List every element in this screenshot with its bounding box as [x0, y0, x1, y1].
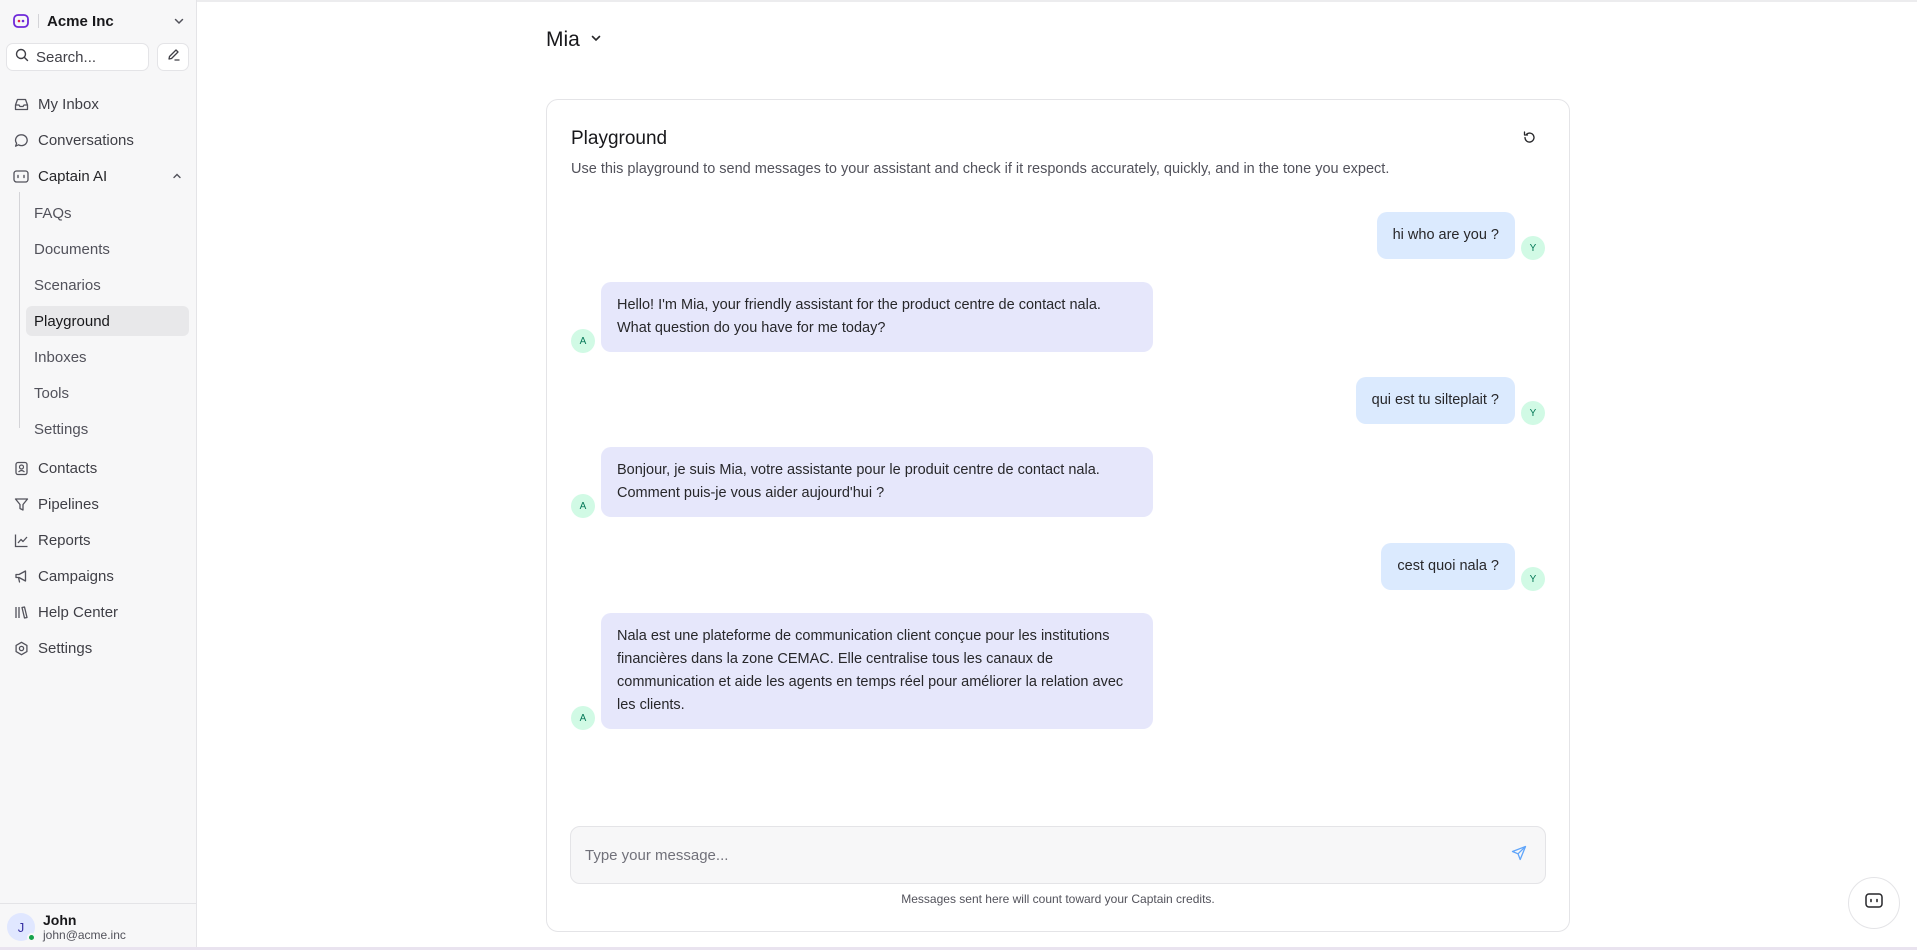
- sidebar-item-faqs[interactable]: FAQs: [26, 198, 189, 228]
- inbox-icon: [13, 96, 29, 112]
- sidebar-item-label: Reports: [38, 531, 91, 549]
- sidebar-item-label: Captain AI: [38, 167, 108, 185]
- assistant-avatar: A: [571, 706, 595, 730]
- chat-bubble-icon: [13, 132, 29, 148]
- sidebar-item-settings[interactable]: Settings: [6, 633, 189, 663]
- user-avatar: Y: [1521, 236, 1545, 260]
- user-message: hi who are you ?: [1376, 212, 1515, 259]
- pencil-icon: [166, 47, 181, 67]
- sidebar-item-label: Pipelines: [38, 495, 99, 513]
- gear-icon: [13, 640, 29, 656]
- user-name: John: [43, 912, 77, 928]
- sidebar-item-label: Contacts: [38, 459, 98, 477]
- account-divider: [38, 14, 39, 28]
- send-icon: [1511, 845, 1527, 866]
- chevron-down-icon: [173, 15, 185, 27]
- sidebar-item-label: Campaigns: [38, 567, 114, 585]
- assistant-message: Hello! I'm Mia, your friendly assistant …: [601, 282, 1153, 352]
- message-composer[interactable]: [570, 826, 1546, 884]
- search-box[interactable]: [6, 43, 149, 71]
- assistant-avatar: A: [571, 329, 595, 353]
- sidebar-item-help-center[interactable]: Help Center: [6, 597, 189, 627]
- sidebar-item-conversations[interactable]: Conversations: [6, 125, 189, 155]
- sidebar-item-captain-ai[interactable]: Captain AI: [6, 161, 189, 191]
- sidebar-item-reports[interactable]: Reports: [6, 525, 189, 555]
- assistant-message-text: Hello! I'm Mia, your friendly assistant …: [601, 282, 1153, 352]
- sidebar-item-playground[interactable]: Playground: [26, 306, 189, 336]
- user-avatar: Y: [1521, 401, 1545, 425]
- funnel-icon: [13, 496, 29, 512]
- account-name: Acme Inc: [47, 12, 114, 30]
- sidebar-item-captain-settings[interactable]: Settings: [26, 414, 189, 444]
- megaphone-icon: [13, 568, 29, 584]
- library-icon: [13, 604, 29, 620]
- sidebar-item-scenarios[interactable]: Scenarios: [26, 270, 189, 300]
- reset-conversation-button[interactable]: [1515, 126, 1543, 154]
- send-button[interactable]: [1507, 843, 1531, 867]
- playground-description: Use this playground to send messages to …: [571, 161, 1390, 177]
- sidebar-item-documents[interactable]: Documents: [26, 234, 189, 264]
- acme-logo-icon: [12, 12, 30, 30]
- playground-title: Playground: [571, 128, 668, 149]
- user-message-text: hi who are you ?: [1376, 212, 1515, 259]
- search-icon: [15, 48, 29, 67]
- assistant-message: Bonjour, je suis Mia, votre assistante p…: [601, 447, 1153, 517]
- user-message-text: cest quoi nala ?: [1381, 543, 1515, 590]
- sidebar-item-label: Settings: [38, 639, 93, 657]
- sidebar-item-pipelines[interactable]: Pipelines: [6, 489, 189, 519]
- sidebar-item-my-inbox[interactable]: My Inbox: [6, 89, 189, 119]
- assistant-avatar: A: [571, 494, 595, 518]
- message-input[interactable]: [585, 846, 1507, 864]
- chevron-up-icon: [172, 171, 182, 181]
- captain-assistant-launcher[interactable]: [1848, 877, 1900, 929]
- new-conversation-button[interactable]: [157, 43, 189, 71]
- sidebar-item-label: Conversations: [38, 131, 134, 149]
- user-message-text: qui est tu silteplait ?: [1355, 377, 1515, 424]
- sidebar-item-contacts[interactable]: Contacts: [6, 453, 189, 483]
- contact-card-icon: [13, 460, 29, 476]
- sidebar: Acme Inc My Inbox Conversations Captain …: [0, 0, 197, 950]
- avatar-initial: J: [17, 919, 25, 935]
- user-avatar: Y: [1521, 567, 1545, 591]
- chevron-down-icon: [590, 31, 602, 49]
- playground-card: Playground Use this playground to send m…: [546, 99, 1570, 932]
- sidebar-item-label: My Inbox: [38, 95, 99, 113]
- sidebar-item-label: Help Center: [38, 603, 119, 621]
- assistant-switcher[interactable]: Mia: [546, 28, 602, 52]
- sidebar-item-campaigns[interactable]: Campaigns: [6, 561, 189, 591]
- user-message: cest quoi nala ?: [1381, 543, 1515, 590]
- assistant-message-text: Nala est une plateforme de communication…: [601, 613, 1153, 729]
- sidebar-item-inboxes[interactable]: Inboxes: [26, 342, 189, 372]
- robot-icon: [13, 168, 29, 184]
- credits-note: Messages sent here will count toward you…: [901, 892, 1215, 906]
- assistant-name: Mia: [546, 28, 580, 51]
- search-input[interactable]: [36, 48, 136, 66]
- sidebar-item-tools[interactable]: Tools: [26, 378, 189, 408]
- refresh-icon: [1522, 130, 1537, 150]
- user-message: qui est tu silteplait ?: [1355, 377, 1515, 424]
- chart-line-icon: [13, 532, 29, 548]
- assistant-message: Nala est une plateforme de communication…: [601, 613, 1153, 729]
- submenu-guide-line: [19, 192, 20, 428]
- assistant-message-text: Bonjour, je suis Mia, votre assistante p…: [601, 447, 1153, 517]
- avatar: J: [7, 913, 36, 942]
- robot-icon: [1864, 892, 1884, 915]
- account-switcher[interactable]: Acme Inc: [8, 8, 189, 34]
- user-email: john@acme.inc: [43, 928, 126, 942]
- user-profile[interactable]: J John john@acme.inc: [0, 903, 197, 950]
- online-status-indicator: [27, 933, 36, 942]
- top-border: [197, 0, 1917, 2]
